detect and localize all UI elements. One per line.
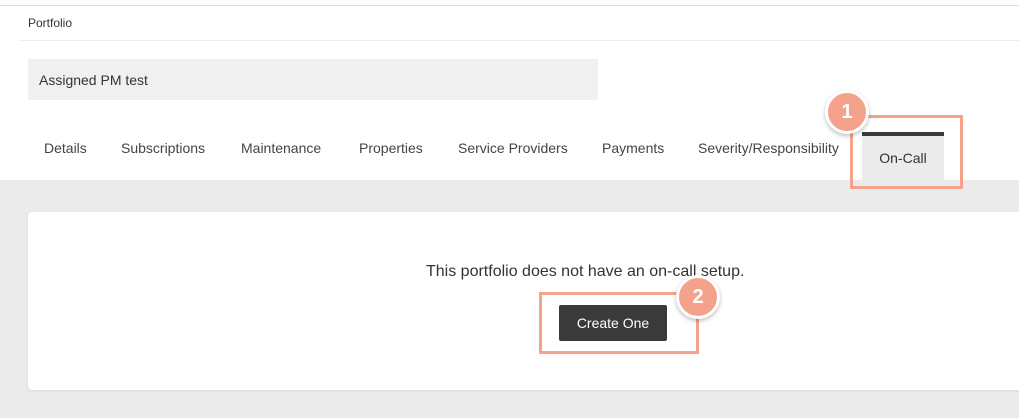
tab-details[interactable]: Details [44,140,87,156]
tab-maintenance[interactable]: Maintenance [241,140,321,156]
on-call-card [28,212,1019,390]
breadcrumb[interactable]: Portfolio [28,16,72,30]
tab-service-providers[interactable]: Service Providers [458,140,568,156]
portfolio-name-field[interactable] [28,59,598,100]
create-one-button[interactable]: Create One [559,305,667,341]
tab-on-call-label: On-Call [879,150,927,166]
top-divider [0,5,1019,6]
callout-number-1: 1 [841,100,853,123]
tab-properties[interactable]: Properties [359,140,423,156]
callout-number-2: 2 [692,285,704,308]
tab-severity-responsibility[interactable]: Severity/Responsibility [698,140,839,156]
tab-on-call[interactable]: On-Call [862,132,944,180]
breadcrumb-divider [18,40,1019,41]
callout-badge-2: 2 [676,275,720,319]
tab-payments[interactable]: Payments [602,140,664,156]
callout-badge-1: 1 [825,90,869,134]
tab-subscriptions[interactable]: Subscriptions [121,140,205,156]
